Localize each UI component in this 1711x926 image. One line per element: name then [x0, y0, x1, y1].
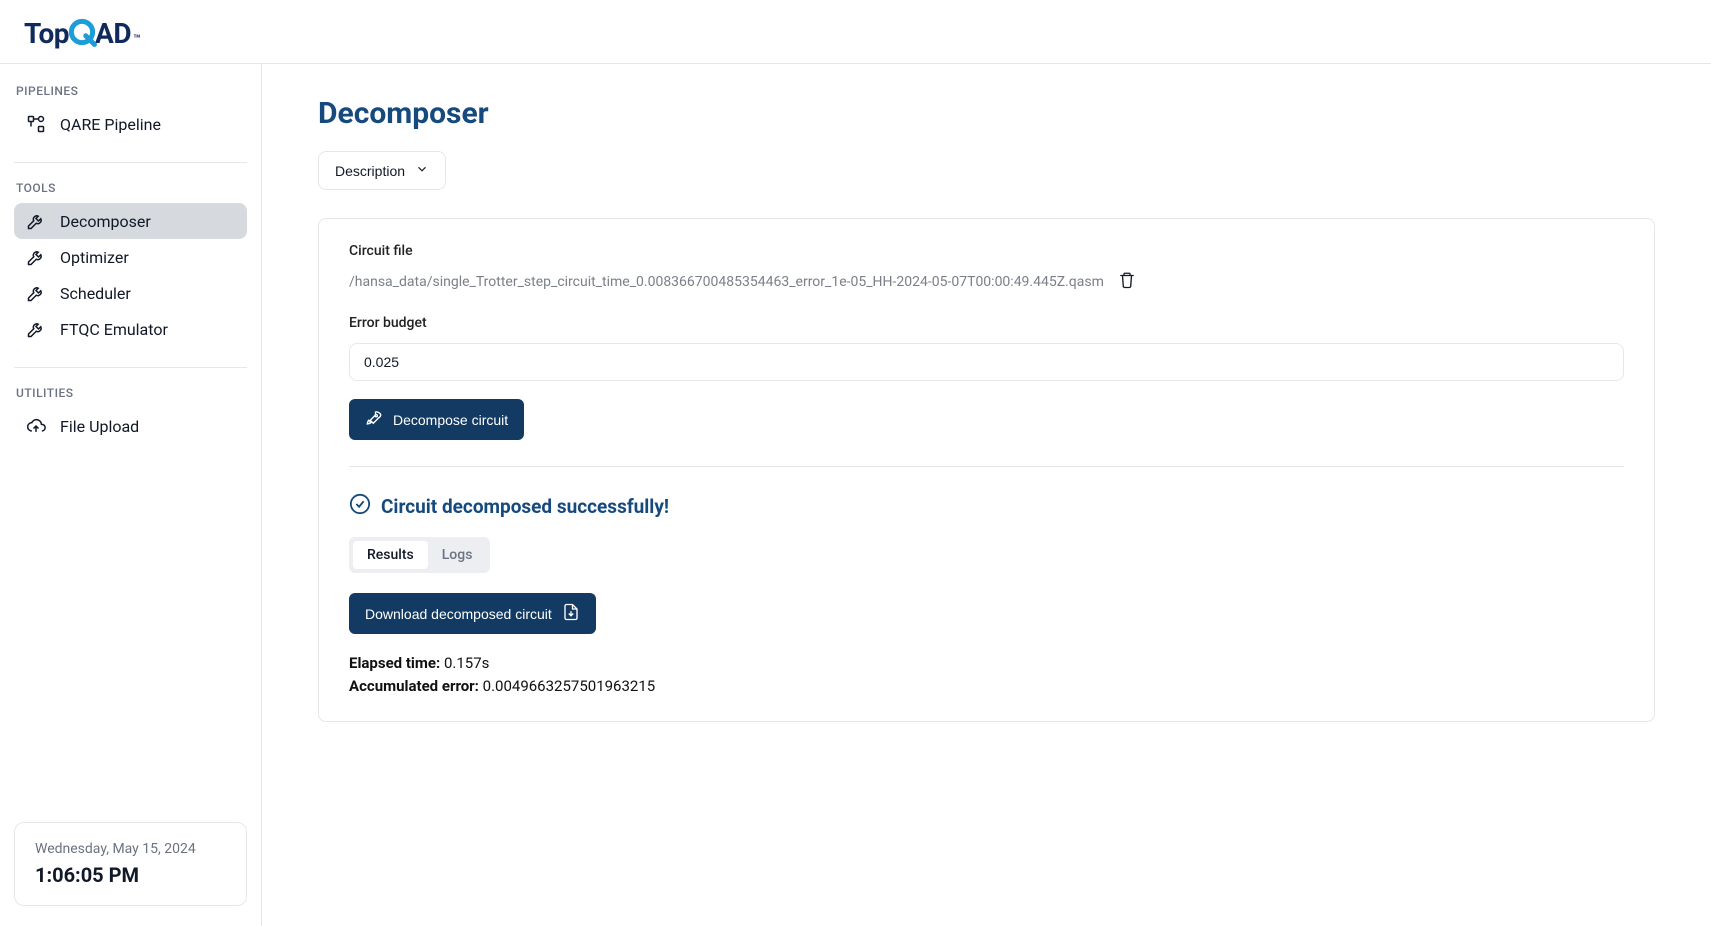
sidebar-item-optimizer[interactable]: Optimizer: [14, 239, 247, 275]
logo-suffix: AD: [95, 17, 131, 50]
page-title: Decomposer: [318, 96, 1655, 131]
logo-prefix: Top: [24, 17, 69, 50]
logo-q-icon: [67, 17, 97, 54]
sidebar-item-label: Optimizer: [60, 248, 129, 267]
sidebar-item-file-upload[interactable]: File Upload: [14, 408, 247, 444]
result-stats: Elapsed time: 0.157s Accumulated error: …: [349, 652, 1624, 697]
elapsed-time-label: Elapsed time:: [349, 654, 440, 672]
sidebar: PIPELINES QARE Pipeline TOOLS Decomposer: [0, 64, 262, 926]
app-logo: Top AD ™: [24, 13, 140, 50]
sidebar-item-scheduler[interactable]: Scheduler: [14, 275, 247, 311]
sidebar-item-ftqc-emulator[interactable]: FTQC Emulator: [14, 311, 247, 347]
tab-results[interactable]: Results: [353, 541, 428, 569]
check-circle-icon: [349, 493, 371, 519]
elapsed-time-value: 0.157s: [444, 654, 489, 672]
clock-time: 1:06:05 PM: [35, 863, 226, 887]
circuit-file-row: /hansa_data/single_Trotter_step_circuit_…: [349, 271, 1624, 293]
rocket-icon: [365, 409, 383, 430]
sidebar-item-decomposer[interactable]: Decomposer: [14, 203, 247, 239]
sidebar-item-label: Scheduler: [60, 284, 131, 303]
tab-logs[interactable]: Logs: [428, 541, 487, 569]
download-decomposed-button[interactable]: Download decomposed circuit: [349, 593, 596, 634]
pipeline-icon: [26, 114, 46, 134]
accumulated-error-value: 0.0049663257501963215: [483, 677, 656, 695]
error-budget-input[interactable]: [349, 343, 1624, 381]
circuit-file-path: /hansa_data/single_Trotter_step_circuit_…: [349, 274, 1104, 290]
delete-file-button[interactable]: [1118, 271, 1136, 293]
decompose-circuit-button[interactable]: Decompose circuit: [349, 399, 524, 440]
success-message: Circuit decomposed successfully!: [381, 495, 669, 518]
chevron-down-icon: [415, 162, 429, 179]
wrench-icon: [26, 247, 46, 267]
main-content: Decomposer Description Circuit file /han…: [262, 64, 1711, 926]
circuit-file-label: Circuit file: [349, 243, 1624, 259]
decompose-button-label: Decompose circuit: [393, 412, 508, 428]
sidebar-item-label: Decomposer: [60, 212, 151, 231]
clock-date: Wednesday, May 15, 2024: [35, 841, 226, 857]
description-toggle[interactable]: Description: [318, 151, 446, 190]
upload-cloud-icon: [26, 416, 46, 436]
accumulated-error-label: Accumulated error:: [349, 677, 479, 695]
clock-card: Wednesday, May 15, 2024 1:06:05 PM: [14, 822, 247, 906]
sidebar-item-label: QARE Pipeline: [60, 115, 161, 134]
sidebar-section-pipelines: PIPELINES: [16, 84, 247, 98]
sidebar-divider: [14, 367, 247, 368]
sidebar-section-utilities: UTILITIES: [16, 386, 247, 400]
success-banner: Circuit decomposed successfully!: [349, 493, 1624, 519]
file-download-icon: [562, 603, 580, 624]
error-budget-label: Error budget: [349, 315, 1624, 331]
logo-tm: ™: [133, 32, 140, 46]
wrench-icon: [26, 319, 46, 339]
sidebar-divider: [14, 162, 247, 163]
sidebar-item-qare-pipeline[interactable]: QARE Pipeline: [14, 106, 247, 142]
card-divider: [349, 466, 1624, 467]
download-button-label: Download decomposed circuit: [365, 606, 552, 622]
wrench-icon: [26, 211, 46, 231]
sidebar-item-label: FTQC Emulator: [60, 320, 168, 339]
description-label: Description: [335, 163, 405, 179]
sidebar-item-label: File Upload: [60, 417, 139, 436]
trash-icon: [1118, 274, 1136, 293]
wrench-icon: [26, 283, 46, 303]
sidebar-section-tools: TOOLS: [16, 181, 247, 195]
decomposer-card: Circuit file /hansa_data/single_Trotter_…: [318, 218, 1655, 722]
app-header: Top AD ™: [0, 0, 1711, 64]
result-tabs: Results Logs: [349, 537, 490, 573]
